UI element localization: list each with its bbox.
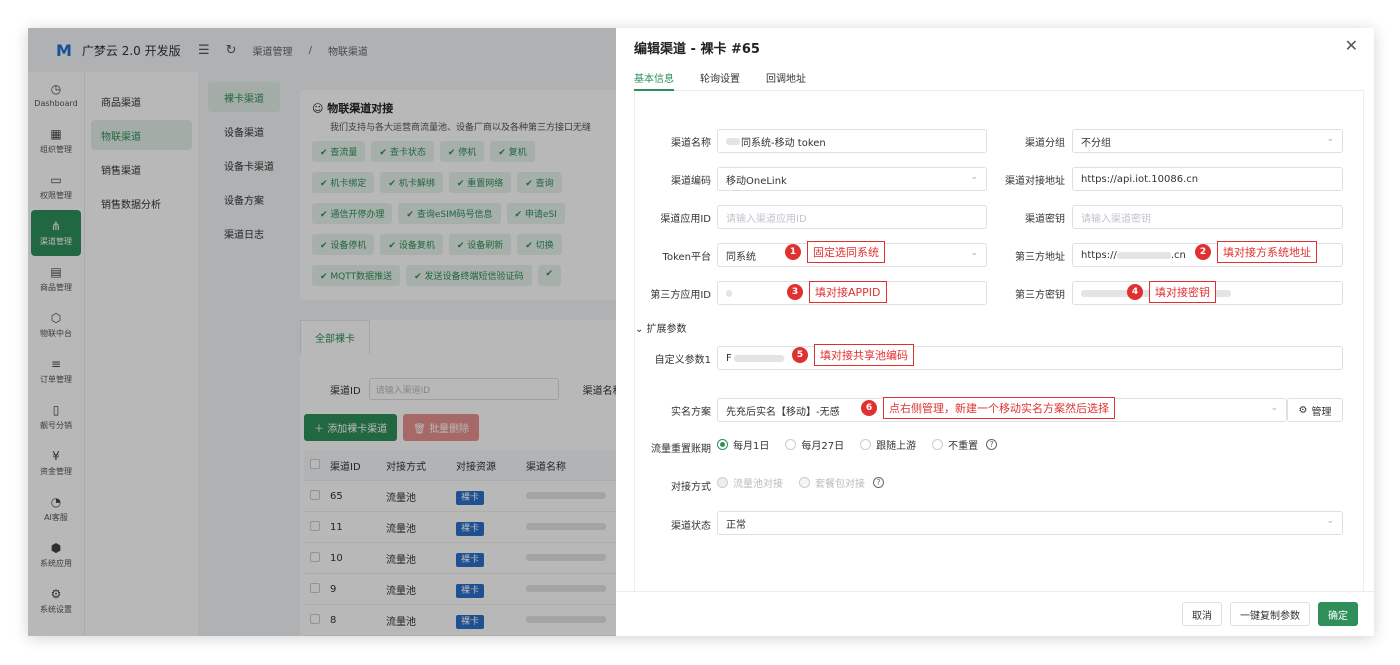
radio-mode-package: 套餐包对接 — [799, 475, 865, 490]
radio-mode-pool: 流量池对接 — [717, 475, 783, 490]
tab-polling[interactable]: 轮询设置 — [700, 70, 740, 85]
copy-params-button[interactable]: 一键复制参数 — [1230, 602, 1310, 626]
modal-overlay[interactable] — [28, 28, 616, 636]
secret-field[interactable]: 请输入渠道密钥 — [1072, 205, 1343, 229]
callout-1: 1 固定选同系统 — [785, 241, 885, 263]
code-select[interactable]: 移动OneLink ⌄ — [717, 167, 987, 191]
reset-label: 流量重置账期 — [651, 444, 711, 455]
callout-6: 6 点右侧管理，新建一个移动实名方案然后选择 — [861, 397, 1115, 419]
edit-channel-drawer: 编辑渠道 - 裸卡 #65 ✕ 基本信息 轮询设置 回调地址 渠道名称 同系统-… — [616, 28, 1374, 636]
redacted-text — [1116, 251, 1171, 259]
secret-label: 渠道密钥 — [1025, 214, 1065, 225]
chevron-down-icon: ⌄ — [1270, 403, 1278, 413]
tab-callback[interactable]: 回调地址 — [766, 70, 806, 85]
close-icon[interactable]: ✕ — [1345, 36, 1358, 55]
chevron-down-icon: ⌄ — [970, 248, 978, 258]
status-label: 渠道状态 — [671, 521, 711, 532]
radio-reset-none[interactable]: 不重置 — [932, 437, 978, 452]
group-label: 渠道分组 — [1025, 138, 1065, 149]
redacted-text — [726, 137, 740, 145]
redacted-text — [726, 289, 732, 297]
code-label: 渠道编码 — [671, 176, 711, 187]
callout-3: 3 填对接APPID — [787, 281, 887, 303]
help-icon[interactable]: ? — [986, 439, 998, 450]
manage-button[interactable]: ⚙ 管理 — [1287, 398, 1343, 422]
token-label: Token平台 — [662, 252, 711, 263]
url-field[interactable]: https://api.iot.10086.cn — [1072, 167, 1343, 191]
appid-label: 渠道应用ID — [660, 214, 711, 225]
group-select[interactable]: 不分组 ⌄ — [1072, 129, 1343, 153]
realname-label: 实名方案 — [671, 407, 711, 418]
app-window: M 广梦云 2.0 开发版 ☰ ↻ 渠道管理 / 物联渠道 ◷ Dashboard… — [28, 28, 1374, 636]
mode-label: 对接方式 — [671, 482, 711, 493]
help-icon[interactable]: ? — [873, 477, 884, 488]
chevron-down-icon: ⌄ — [970, 172, 978, 182]
chevron-down-icon: ⌄ — [635, 324, 647, 335]
redacted-text — [733, 354, 784, 362]
tab-divider — [634, 90, 1364, 91]
third-secret-label: 第三方密钥 — [1015, 290, 1065, 301]
callout-5: 5 填对接共享池编码 — [792, 344, 914, 366]
tab-basic-info[interactable]: 基本信息 — [634, 70, 674, 85]
appid-field[interactable]: 请输入渠道应用ID — [717, 205, 987, 229]
channel-name-label: 渠道名称 — [671, 138, 711, 149]
radio-reset-1st[interactable]: 每月1日 — [717, 437, 769, 452]
tab-active-underline — [634, 89, 674, 91]
callout-4: 4 填对接密钥 — [1127, 281, 1216, 303]
reset-radio-group: 每月1日 每月27日 跟随上游 不重置 ? — [717, 437, 998, 452]
mode-radio-group: 流量池对接 套餐包对接 ? — [717, 475, 884, 490]
status-select[interactable]: 正常 ⌄ — [717, 511, 1343, 535]
drawer-tabs: 基本信息 轮询设置 回调地址 — [634, 70, 806, 85]
chevron-down-icon: ⌄ — [1326, 134, 1334, 144]
url-label: 渠道对接地址 — [1005, 176, 1065, 187]
gear-icon: ⚙ — [1298, 404, 1308, 416]
chevron-down-icon: ⌄ — [1326, 516, 1334, 526]
custom-param-label: 自定义参数1 — [654, 355, 711, 366]
drawer-form: 渠道名称 同系统-移动 token 渠道分组 不分组 ⌄ 渠道编码 移动OneLi… — [634, 92, 1364, 592]
confirm-button[interactable]: 确定 — [1318, 602, 1358, 626]
callout-2: 2 填对接方系统地址 — [1195, 241, 1317, 263]
third-url-label: 第三方地址 — [1015, 252, 1065, 263]
ext-params-toggle[interactable]: ⌄ 扩展参数 — [635, 320, 687, 335]
radio-reset-follow[interactable]: 跟随上游 — [860, 437, 916, 452]
drawer-title: 编辑渠道 - 裸卡 #65 — [634, 42, 760, 57]
channel-name-field[interactable]: 同系统-移动 token — [717, 129, 987, 153]
cancel-button[interactable]: 取消 — [1182, 602, 1222, 626]
drawer-footer: 取消 一键复制参数 确定 — [616, 591, 1374, 636]
radio-reset-27th[interactable]: 每月27日 — [785, 437, 844, 452]
third-appid-label: 第三方应用ID — [650, 290, 711, 301]
